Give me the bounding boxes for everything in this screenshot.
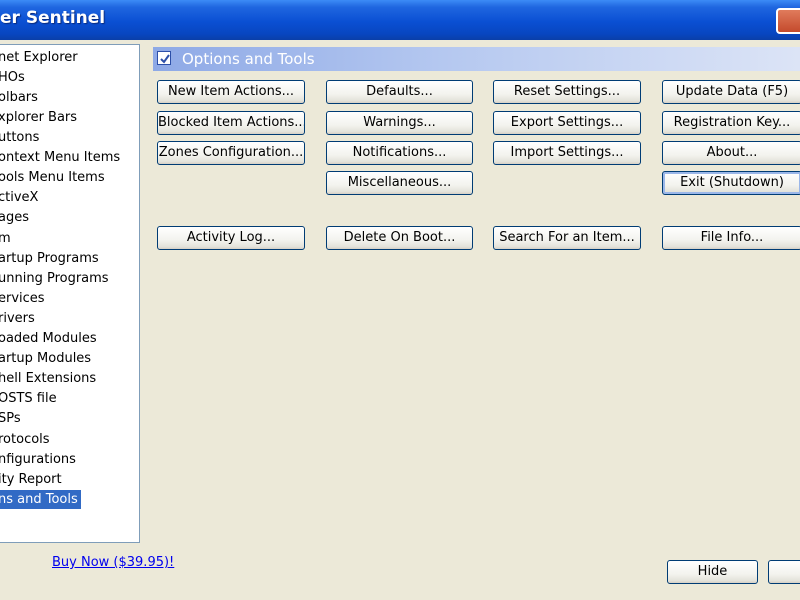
tree-item[interactable]: unning Programs — [0, 269, 109, 288]
tree-item[interactable]: ctiveX — [0, 188, 38, 207]
tree-item[interactable]: net Explorer — [0, 48, 78, 67]
tree-item[interactable]: OSTS file — [0, 389, 57, 408]
about-button[interactable]: About... — [662, 141, 800, 165]
notifications-button[interactable]: Notifications... — [326, 141, 473, 165]
tree-item[interactable]: oaded Modules — [0, 329, 97, 348]
tree-item[interactable]: xplorer Bars — [0, 108, 77, 127]
registration-key-button[interactable]: Registration Key... — [662, 111, 800, 135]
exit-shutdown-button[interactable]: Exit (Shutdown) — [662, 171, 800, 195]
secondary-footer-button[interactable] — [768, 560, 800, 584]
tree-item[interactable]: olbars — [0, 88, 38, 107]
file-info-button[interactable]: File Info... — [662, 226, 800, 250]
tree-item[interactable]: rivers — [0, 309, 35, 328]
import-settings-button[interactable]: Import Settings... — [493, 141, 641, 165]
blocked-item-actions-button[interactable]: Blocked Item Actions... — [157, 111, 305, 135]
tree-item[interactable]: ools Menu Items — [0, 168, 105, 187]
checkbox-icon — [157, 51, 171, 65]
category-tree[interactable]: net Explorer HOs olbars xplorer Bars utt… — [0, 44, 140, 543]
tree-item[interactable]: ity Report — [0, 470, 62, 489]
section-title: Options and Tools — [182, 50, 315, 68]
title-bar[interactable]: er Sentinel — [0, 0, 800, 40]
zones-configuration-button[interactable]: Zones Configuration... — [157, 141, 305, 165]
window-control-button[interactable] — [776, 8, 800, 34]
tree-item[interactable]: SPs — [0, 409, 21, 428]
tree-item[interactable]: m — [0, 229, 11, 248]
export-settings-button[interactable]: Export Settings... — [493, 111, 641, 135]
new-item-actions-button[interactable]: New Item Actions... — [157, 80, 305, 104]
tree-item[interactable]: artup Modules — [0, 349, 91, 368]
reset-settings-button[interactable]: Reset Settings... — [493, 80, 641, 104]
buy-now-link[interactable]: Buy Now ($39.95)! — [52, 555, 174, 570]
miscellaneous-button[interactable]: Miscellaneous... — [326, 171, 473, 195]
update-data-button[interactable]: Update Data (F5) — [662, 80, 800, 104]
warnings-button[interactable]: Warnings... — [326, 111, 473, 135]
tree-item[interactable]: nfigurations — [0, 450, 76, 469]
window-title: er Sentinel — [0, 8, 106, 28]
tree-item[interactable]: ontext Menu Items — [0, 148, 120, 167]
tree-item[interactable]: HOs — [0, 68, 25, 87]
defaults-button[interactable]: Defaults... — [326, 80, 473, 104]
hide-button[interactable]: Hide — [667, 560, 758, 584]
section-header: Options and Tools — [153, 47, 800, 71]
tree-item-selected[interactable]: ns and Tools — [0, 490, 81, 509]
tree-item[interactable]: rotocols — [0, 430, 50, 449]
search-for-item-button[interactable]: Search For an Item... — [493, 226, 641, 250]
tree-item[interactable]: ages — [0, 208, 29, 227]
tree-item[interactable]: artup Programs — [0, 249, 99, 268]
tree-item[interactable]: uttons — [0, 128, 39, 147]
tree-item[interactable]: hell Extensions — [0, 369, 96, 388]
tree-item[interactable]: ervices — [0, 289, 45, 308]
activity-log-button[interactable]: Activity Log... — [157, 226, 305, 250]
delete-on-boot-button[interactable]: Delete On Boot... — [326, 226, 473, 250]
